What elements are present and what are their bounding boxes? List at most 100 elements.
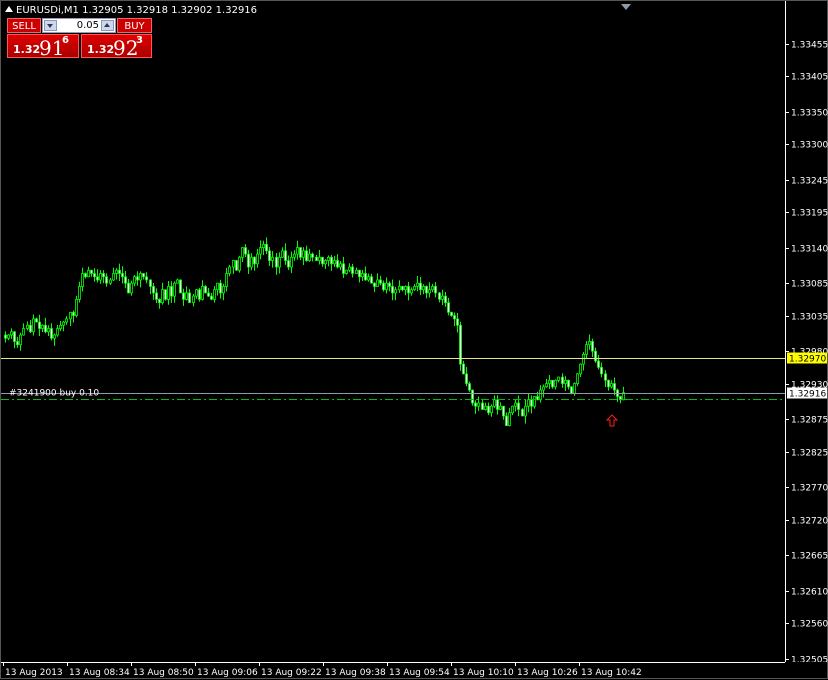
candle-body	[342, 263, 345, 274]
candle-body	[173, 282, 176, 297]
candle-body	[355, 269, 358, 274]
candle-body	[158, 298, 161, 304]
price-tick-label: 1.32770	[791, 484, 828, 494]
candle-body	[204, 286, 207, 294]
candle-body	[450, 311, 453, 316]
buy-price-fraction: 3	[136, 35, 143, 46]
candle-body	[422, 286, 425, 291]
candle-body	[281, 250, 284, 258]
candle-body	[69, 311, 72, 320]
candle-body	[275, 256, 278, 268]
candle-body	[324, 260, 327, 265]
candle-body	[16, 341, 19, 346]
candle-body	[496, 399, 499, 410]
candle-body	[96, 276, 99, 281]
buy-button[interactable]: BUY	[117, 18, 152, 33]
candle-body	[321, 256, 324, 265]
candle-body	[441, 295, 444, 300]
candle-body	[391, 286, 394, 294]
candle-body	[185, 292, 188, 300]
candle-body	[401, 286, 404, 291]
candle-body	[456, 318, 459, 326]
time-tick-label: 13 Aug 10:42	[581, 668, 642, 678]
candle-body	[570, 386, 573, 394]
candle-body	[13, 331, 16, 342]
buy-arrow-icon[interactable]	[605, 414, 619, 427]
candle-body	[308, 253, 311, 261]
price-tick-label: 1.33405	[791, 73, 828, 83]
candle-body	[81, 273, 84, 287]
chevron-down-icon	[47, 24, 53, 28]
candle-body	[447, 302, 450, 313]
time-tick-label: 13 Aug 2013	[5, 668, 63, 678]
lot-increase-button[interactable]	[101, 20, 114, 31]
candle-body	[548, 379, 551, 384]
sell-button[interactable]: SELL	[7, 18, 41, 33]
candle-body	[250, 256, 253, 268]
chevron-up-icon	[104, 23, 110, 27]
candle-body	[142, 273, 145, 278]
candle-body	[468, 383, 471, 391]
lot-size-field[interactable]: 0.05	[42, 18, 116, 33]
candle-body	[474, 402, 477, 407]
current-price-label: 1.32916	[789, 390, 826, 400]
candle-body	[376, 279, 379, 287]
candle-body	[247, 253, 250, 268]
candle-body	[256, 253, 259, 265]
candle-body	[93, 273, 96, 278]
price-tick-label: 1.33455	[791, 41, 828, 51]
candle-body	[121, 273, 124, 278]
candle-body	[207, 292, 210, 297]
price-tick-label: 1.32665	[791, 552, 828, 562]
candle-body	[10, 331, 13, 336]
price-plot[interactable]: #3241900 buy 0.10	[1, 1, 785, 662]
candle-body	[428, 289, 431, 294]
sell-price-button[interactable]: 1.32 91 6	[7, 34, 79, 60]
time-tick-label: 13 Aug 09:54	[389, 668, 450, 678]
candle-body	[62, 321, 65, 326]
price-tick-label: 1.33350	[791, 109, 828, 119]
candle-body	[219, 282, 222, 294]
order-level-label: #3241900 buy 0.10	[9, 389, 99, 399]
collapse-triangle-icon[interactable]	[5, 6, 13, 12]
candle-body	[235, 260, 238, 271]
time-tick-label: 13 Aug 10:10	[453, 668, 514, 678]
chart-title: EURUSDi,M1 1.32905 1.32918 1.32902 1.329…	[5, 5, 257, 16]
candle-body	[379, 279, 382, 284]
candle-body	[351, 266, 354, 274]
candle-body	[453, 315, 456, 320]
price-tick-label: 1.33085	[791, 280, 828, 290]
price-axis[interactable]: 1.33455 1.33405 1.33350 1.33300 1.33245 1.331…	[785, 1, 828, 662]
candle-body	[434, 286, 437, 294]
candle-body	[50, 328, 53, 339]
candle-body	[539, 389, 542, 401]
lot-size-value[interactable]: 0.05	[59, 19, 99, 32]
candle-body	[253, 256, 256, 265]
candle-body	[127, 282, 130, 294]
candle-body	[26, 324, 29, 329]
candle-body	[505, 415, 508, 427]
candle-body	[591, 341, 594, 352]
chart-shift-marker-icon[interactable]	[621, 4, 631, 10]
candle-body	[499, 405, 502, 410]
candle-body	[41, 324, 44, 329]
candle-body	[44, 324, 47, 333]
candle-body	[213, 289, 216, 300]
candle-body	[471, 389, 474, 404]
time-axis[interactable]: 13 Aug 2013 13 Aug 08:34 13 Aug 08:50 13 Au…	[1, 662, 785, 680]
candle-body	[367, 276, 370, 281]
candle-body	[358, 269, 361, 278]
candle-body	[118, 269, 121, 274]
candle-body	[7, 334, 10, 339]
candle-body	[514, 402, 517, 407]
buy-price-button[interactable]: 1.32 92 3	[81, 34, 152, 60]
time-tick-label: 13 Aug 10:26	[517, 668, 578, 678]
candle-body	[188, 292, 191, 304]
candle-body	[201, 286, 204, 300]
chart-window[interactable]: #3241900 buy 0.10 1.33455 1.33405 1.33350 1…	[0, 0, 828, 679]
candle-body	[551, 379, 554, 388]
candle-body	[607, 379, 610, 388]
candle-body	[348, 266, 351, 271]
candle-body	[155, 292, 158, 300]
lot-decrease-button[interactable]	[44, 20, 57, 31]
